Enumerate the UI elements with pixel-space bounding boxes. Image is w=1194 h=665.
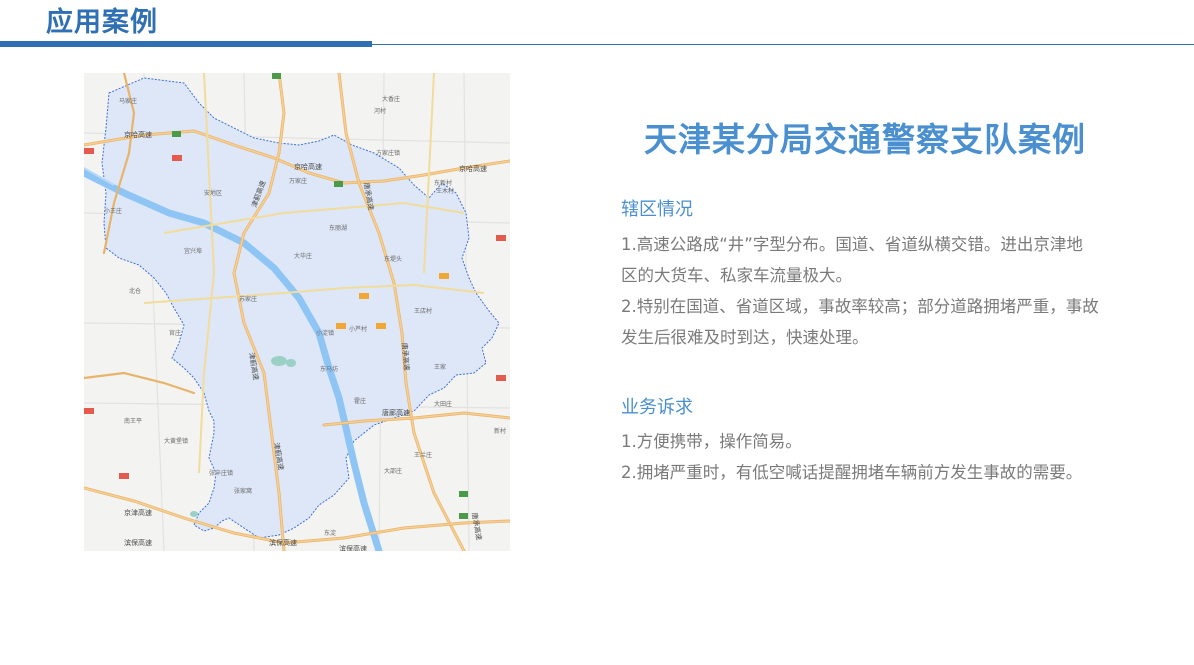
case-title: 天津某分局交通警察支队案例	[644, 120, 1086, 159]
place-label: 方家庄镇	[376, 149, 400, 157]
lake	[271, 356, 287, 366]
provincial-road-shield-icon	[336, 323, 346, 329]
place-label: 万家庄	[289, 177, 307, 185]
lake	[190, 511, 198, 517]
place-label: 霍庄	[354, 397, 366, 405]
requirement-line: 1.方便携带，操作简易。	[621, 432, 802, 451]
road-label: 京哈高速	[294, 162, 322, 171]
jurisdiction-line: 1.高速公路成“井”字型分布。国道、省道纵横交错。进出京津地	[621, 235, 1083, 254]
national-road-shield-icon	[496, 235, 506, 241]
place-label: 东淀	[324, 529, 336, 537]
place-label: 南王平	[124, 417, 142, 425]
highway-shield-icon	[272, 73, 281, 79]
place-label: 张家窝	[234, 487, 252, 495]
provincial-road-shield-icon	[439, 273, 449, 279]
highway-shield-icon	[334, 181, 343, 187]
requirement-line: 2.拥堵严重时，有低空喊话提醒拥堵车辆前方发生事故的需要。	[621, 463, 1083, 482]
highway-shield-icon	[172, 131, 181, 137]
national-road-shield-icon	[119, 473, 129, 479]
highway-shield-icon	[459, 513, 468, 519]
place-label: 王店村	[414, 307, 432, 315]
page-title: 应用案例	[46, 7, 158, 38]
place-label: 官庄	[169, 329, 181, 337]
title-underline-thick	[0, 41, 372, 47]
place-label: 北仓	[129, 287, 141, 295]
slide: 应用案例 京哈高速 京哈高速 京哈高速 唐廊高速 京津高速 滨保高速 滨保高速 …	[0, 0, 1194, 665]
place-label: 宜兴埠	[184, 247, 202, 255]
jurisdiction-line: 发生后很难及时到达，快速处理。	[621, 328, 869, 347]
place-label: 王家	[434, 363, 446, 371]
place-label: 王兰庄	[414, 451, 432, 459]
place-label: 大邵庄	[384, 467, 402, 475]
road-label: 滨保高速	[339, 544, 367, 551]
provincial-road-shield-icon	[376, 323, 386, 329]
jurisdiction-map: 京哈高速 京哈高速 京哈高速 唐廊高速 京津高速 滨保高速 滨保高速 滨保高速 …	[84, 73, 510, 551]
section-heading-jurisdiction: 辖区情况	[621, 199, 693, 220]
map-svg: 京哈高速 京哈高速 京哈高速 唐廊高速 京津高速 滨保高速 滨保高速 滨保高速 …	[84, 73, 510, 551]
place-label: 东新村	[434, 179, 452, 187]
national-road-shield-icon	[84, 408, 94, 414]
national-road-shield-icon	[172, 155, 182, 161]
national-road-shield-icon	[84, 148, 94, 154]
place-label: 东马坊	[320, 365, 338, 373]
road-label: 京津高速	[124, 508, 152, 517]
place-label: 苏家庄	[239, 295, 257, 303]
place-label: 东丽湖	[329, 224, 347, 232]
title-underline-thin	[372, 44, 1194, 45]
place-label: 大香庄	[382, 95, 400, 103]
road-label: 京哈高速	[459, 164, 487, 173]
place-label: 马家庄	[119, 97, 137, 105]
place-label: 张辛庄镇	[209, 469, 233, 477]
area-label: 安地区	[204, 189, 222, 197]
road-label: 滨保高速	[269, 538, 297, 547]
national-road-shield-icon	[496, 375, 506, 381]
place-label: 王木村	[436, 187, 454, 195]
place-label: 小淀镇	[316, 329, 334, 337]
road-label: 京哈高速	[124, 130, 152, 139]
provincial-road-shield-icon	[359, 293, 369, 299]
section-heading-requirements: 业务诉求	[621, 397, 693, 418]
jurisdiction-line: 区的大货车、私家车流量极大。	[621, 266, 852, 285]
place-label: 大田庄	[434, 400, 452, 408]
jurisdiction-line: 2.特别在国道、省道区域，事故率较高；部分道路拥堵严重，事故	[621, 297, 1099, 316]
lake	[286, 359, 296, 367]
place-label: 东堤头	[384, 255, 402, 263]
road-label: 滨保高速	[124, 538, 152, 547]
place-label: 小王庄	[104, 207, 122, 215]
highway-shield-icon	[459, 491, 468, 497]
road-label: 唐廊高速	[382, 408, 410, 417]
place-label: 新村	[494, 427, 506, 435]
place-label: 小芦村	[349, 325, 367, 333]
place-label: 河村	[374, 107, 386, 115]
place-label: 大黄堡镇	[164, 437, 188, 445]
place-label: 大毕庄	[294, 252, 312, 260]
